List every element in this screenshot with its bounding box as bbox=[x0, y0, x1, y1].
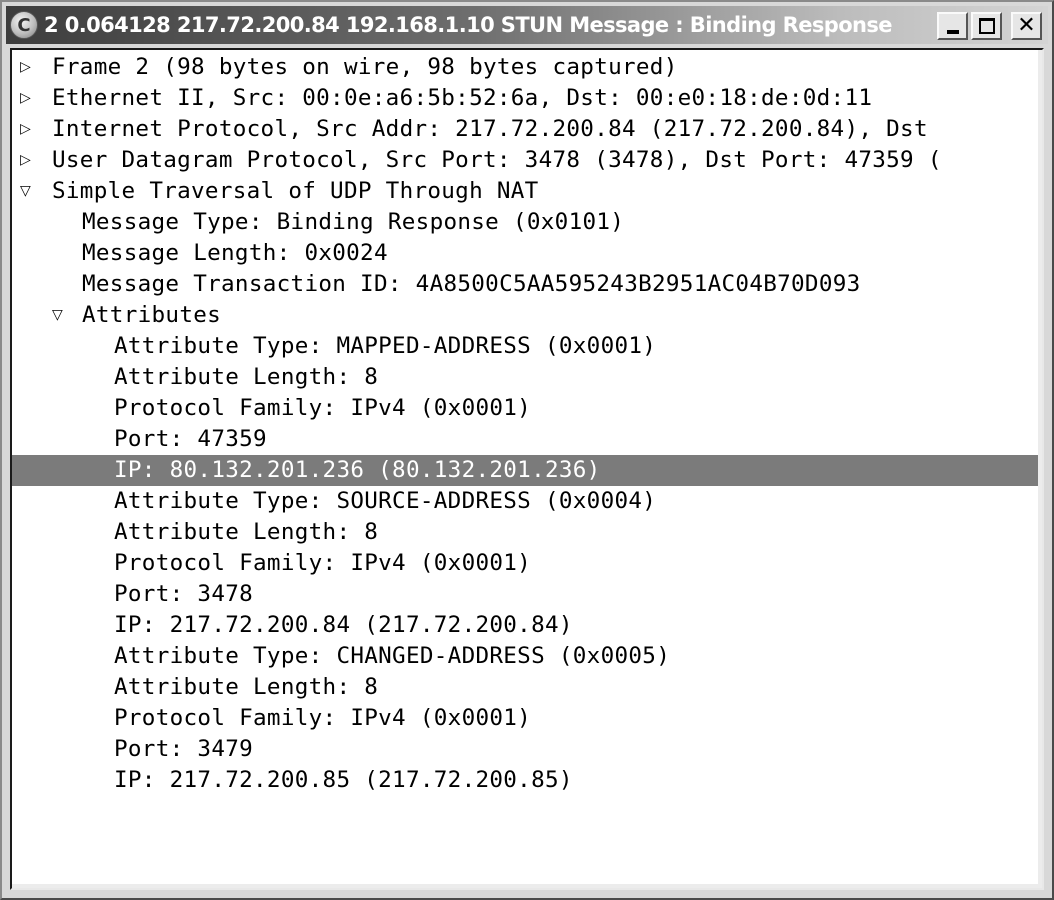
pane-inner: ▷ Frame 2 (98 bytes on wire, 98 bytes cap… bbox=[12, 50, 1042, 888]
tree-row[interactable]: Attribute Length: 8 bbox=[12, 517, 1038, 548]
minimize-icon bbox=[946, 30, 959, 34]
tree-row[interactable]: Port: 47359 bbox=[12, 424, 1038, 455]
tree-row-label: Ethernet II, Src: 00:0e:a6:5b:52:6a, Dst… bbox=[52, 85, 873, 111]
tree-row[interactable]: Attribute Type: MAPPED-ADDRESS (0x0001) bbox=[12, 331, 1038, 362]
close-icon: ✕ bbox=[1017, 13, 1036, 38]
tree-row-label: Attribute Type: SOURCE-ADDRESS (0x0004) bbox=[114, 488, 657, 514]
tree-row[interactable]: ▷ Frame 2 (98 bytes on wire, 98 bytes cap… bbox=[12, 52, 1038, 83]
tree-row[interactable]: Attribute Type: CHANGED-ADDRESS (0x0005) bbox=[12, 641, 1038, 672]
tree-row[interactable]: ▽ Attributes bbox=[12, 300, 1038, 331]
minimize-button[interactable] bbox=[937, 12, 968, 40]
wireshark-app-icon[interactable]: C bbox=[10, 11, 38, 39]
expand-arrow-icon[interactable]: ▷ bbox=[20, 52, 34, 83]
tree-row-label: Attribute Length: 8 bbox=[114, 519, 379, 545]
tree-row[interactable]: Protocol Family: IPv4 (0x0001) bbox=[12, 393, 1038, 424]
tree-row-label: Protocol Family: IPv4 (0x0001) bbox=[114, 550, 532, 576]
tree-row[interactable]: IP: 217.72.200.84 (217.72.200.84) bbox=[12, 610, 1038, 641]
expand-arrow-icon[interactable]: ▷ bbox=[20, 145, 34, 176]
tree-row[interactable]: Attribute Length: 8 bbox=[12, 672, 1038, 703]
tree-row[interactable]: Attribute Type: SOURCE-ADDRESS (0x0004) bbox=[12, 486, 1038, 517]
tree-row-label: Attribute Length: 8 bbox=[114, 364, 379, 390]
tree-row-label: Attributes bbox=[82, 302, 222, 328]
title-bar[interactable]: C 2 0.064128 217.72.200.84 192.168.1.10 … bbox=[6, 6, 1048, 44]
tree-row[interactable]: Message Type: Binding Response (0x0101) bbox=[12, 207, 1038, 238]
tree-row-selected[interactable]: IP: 80.132.201.236 (80.132.201.236) bbox=[12, 455, 1038, 486]
tree-row-label: Simple Traversal of UDP Through NAT bbox=[52, 178, 539, 204]
tree-row[interactable]: Port: 3479 bbox=[12, 734, 1038, 765]
tree-row[interactable]: ▷ Internet Protocol, Src Addr: 217.72.200… bbox=[12, 114, 1038, 145]
protocol-tree[interactable]: ▷ Frame 2 (98 bytes on wire, 98 bytes cap… bbox=[12, 52, 1038, 796]
tree-row-label: Port: 3479 bbox=[114, 736, 254, 762]
tree-row-label: Protocol Family: IPv4 (0x0001) bbox=[114, 705, 532, 731]
tree-row[interactable]: ▷ Ethernet II, Src: 00:0e:a6:5b:52:6a, Ds… bbox=[12, 83, 1038, 114]
tree-row-label: Attribute Type: CHANGED-ADDRESS (0x0005) bbox=[114, 643, 671, 669]
tree-row[interactable]: ▽ Simple Traversal of UDP Through NAT bbox=[12, 176, 1038, 207]
tree-row-label: IP: 217.72.200.84 (217.72.200.84) bbox=[114, 612, 573, 638]
tree-row[interactable]: ▷ User Datagram Protocol, Src Port: 3478 … bbox=[12, 145, 1038, 176]
tree-row[interactable]: Protocol Family: IPv4 (0x0001) bbox=[12, 548, 1038, 579]
window-controls: ✕ bbox=[937, 12, 1042, 40]
tree-row-label: Internet Protocol, Src Addr: 217.72.200.… bbox=[52, 116, 928, 142]
tree-row-label: IP: 80.132.201.236 (80.132.201.236) bbox=[114, 457, 601, 483]
tree-row-label: Port: 3478 bbox=[114, 581, 254, 607]
tree-row[interactable]: Message Length: 0x0024 bbox=[12, 238, 1038, 269]
close-button[interactable]: ✕ bbox=[1011, 12, 1042, 40]
tree-row[interactable]: Attribute Length: 8 bbox=[12, 362, 1038, 393]
collapse-arrow-icon[interactable]: ▽ bbox=[20, 176, 34, 207]
maximize-button[interactable] bbox=[971, 12, 1002, 40]
maximize-icon bbox=[978, 18, 995, 34]
packet-detail-window: C 2 0.064128 217.72.200.84 192.168.1.10 … bbox=[0, 0, 1054, 900]
tree-row-label: Message Length: 0x0024 bbox=[82, 240, 388, 266]
tree-row-label: Attribute Length: 8 bbox=[114, 674, 379, 700]
collapse-arrow-icon[interactable]: ▽ bbox=[52, 300, 66, 331]
expand-arrow-icon[interactable]: ▷ bbox=[20, 114, 34, 145]
tree-row-label: Port: 47359 bbox=[114, 426, 267, 452]
tree-row-label: IP: 217.72.200.85 (217.72.200.85) bbox=[114, 767, 573, 793]
tree-row-label: Frame 2 (98 bytes on wire, 98 bytes capt… bbox=[52, 54, 678, 80]
tree-row[interactable]: IP: 217.72.200.85 (217.72.200.85) bbox=[12, 765, 1038, 796]
window-title: 2 0.064128 217.72.200.84 192.168.1.10 ST… bbox=[44, 13, 893, 37]
tree-row[interactable]: Port: 3478 bbox=[12, 579, 1038, 610]
expand-arrow-icon[interactable]: ▷ bbox=[20, 83, 34, 114]
packet-detail-pane[interactable]: ▷ Frame 2 (98 bytes on wire, 98 bytes cap… bbox=[10, 48, 1044, 890]
tree-row[interactable]: Message Transaction ID: 4A8500C5AA595243… bbox=[12, 269, 1038, 300]
tree-row-label: User Datagram Protocol, Src Port: 3478 (… bbox=[52, 147, 942, 173]
tree-row-label: Protocol Family: IPv4 (0x0001) bbox=[114, 395, 532, 421]
tree-row-label: Message Transaction ID: 4A8500C5AA595243… bbox=[82, 271, 861, 297]
tree-row-label: Attribute Type: MAPPED-ADDRESS (0x0001) bbox=[114, 333, 657, 359]
tree-row[interactable]: Protocol Family: IPv4 (0x0001) bbox=[12, 703, 1038, 734]
tree-row-label: Message Type: Binding Response (0x0101) bbox=[82, 209, 625, 235]
